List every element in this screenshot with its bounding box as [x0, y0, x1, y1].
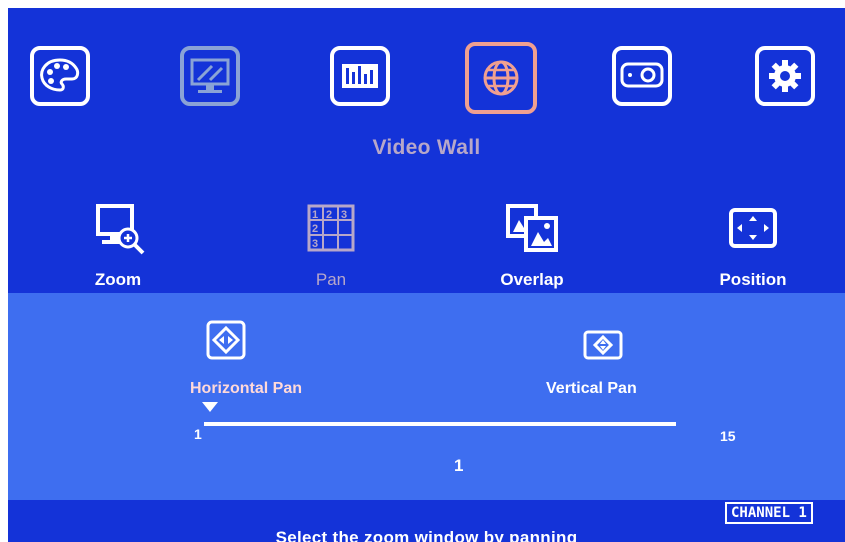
equalizer-icon[interactable]: [330, 46, 390, 106]
projector-icon[interactable]: [612, 46, 672, 106]
submenu-pan-label[interactable]: Pan: [271, 270, 391, 290]
svg-text:2: 2: [312, 223, 318, 235]
globe-icon[interactable]: [465, 42, 537, 114]
submenu-zoom-label[interactable]: Zoom: [58, 270, 178, 290]
svg-text:3: 3: [312, 238, 318, 250]
vertical-pan-label[interactable]: Vertical Pan: [546, 380, 637, 398]
menu-title: Video Wall: [372, 136, 481, 159]
osd-menu: Video Wall Zoom 1 2 3 2 3 Pan Overlap Po…: [8, 8, 845, 542]
svg-text:2: 2: [326, 209, 332, 221]
svg-text:3: 3: [341, 209, 347, 221]
osd-screen: Video Wall Zoom 1 2 3 2 3 Pan Overlap Po…: [0, 0, 845, 542]
slider-max-label: 15: [720, 428, 736, 444]
slider-thumb[interactable]: [202, 402, 218, 412]
position-icon[interactable]: [693, 198, 813, 258]
vertical-pan-icon[interactable]: [578, 328, 628, 362]
grid-icon[interactable]: 1 2 3 2 3: [271, 198, 391, 258]
monitor-tools-icon[interactable]: [180, 46, 240, 106]
horizontal-pan-label[interactable]: Horizontal Pan: [190, 380, 302, 398]
gear-icon[interactable]: [755, 46, 815, 106]
channel-badge: CHANNEL 1: [725, 502, 813, 524]
slider-min-label: 1: [194, 426, 202, 442]
svg-text:1: 1: [312, 209, 318, 221]
pan-slider-track[interactable]: [204, 422, 676, 426]
submenu-position-label[interactable]: Position: [693, 270, 813, 290]
submenu-overlap-label[interactable]: Overlap: [472, 270, 592, 290]
horizontal-pan-icon[interactable]: [196, 320, 256, 360]
overlap-icon[interactable]: [472, 198, 592, 258]
pan-panel: [8, 293, 845, 500]
slider-value: 1: [454, 456, 464, 475]
palette-icon[interactable]: [30, 46, 90, 106]
zoom-icon[interactable]: [58, 198, 178, 258]
hint-text: Select the zoom window by panning: [275, 528, 578, 542]
